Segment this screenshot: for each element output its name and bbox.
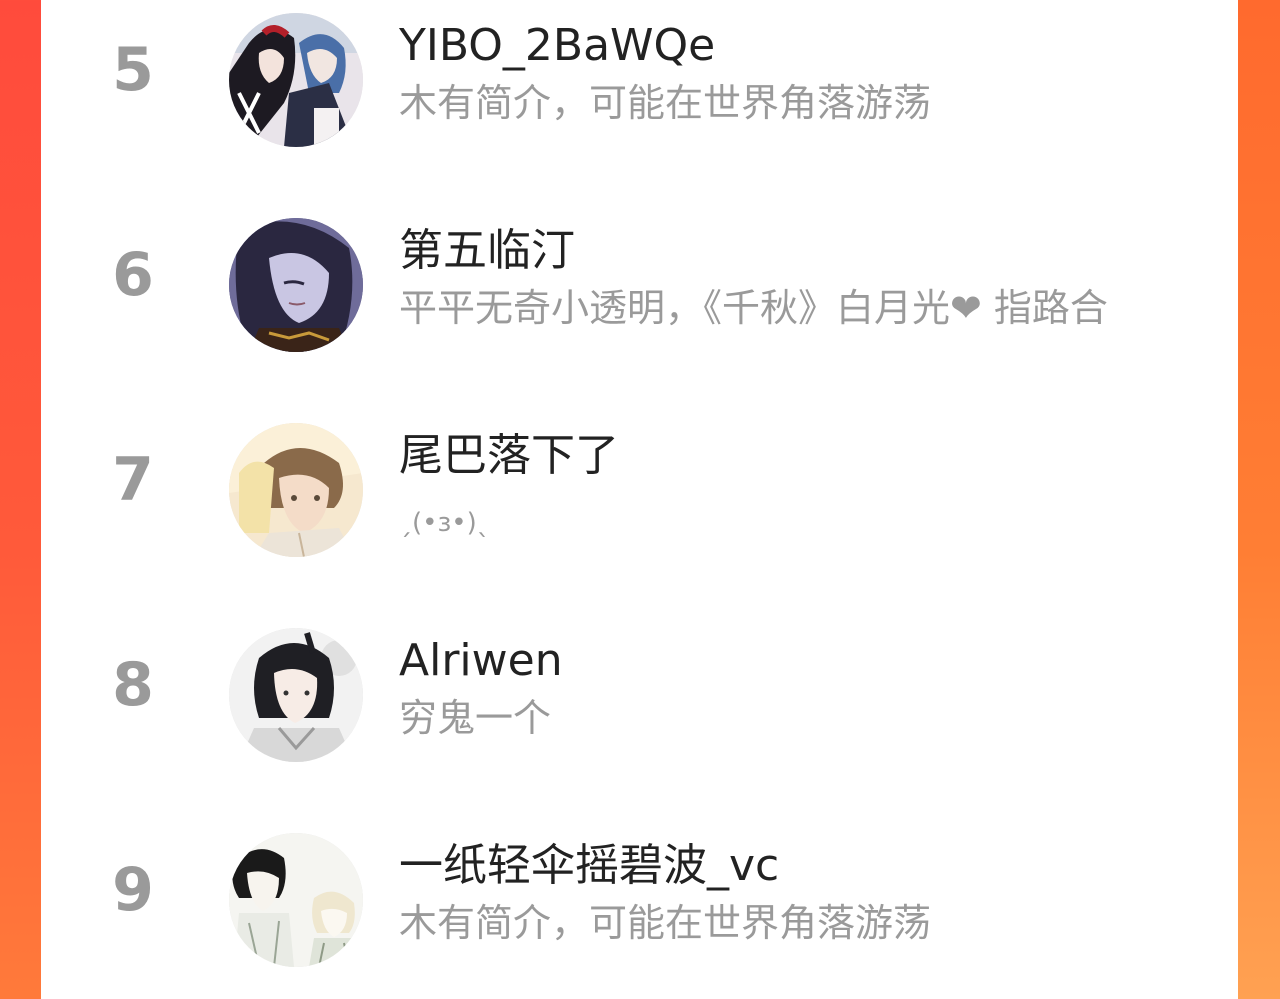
- list-item[interactable]: 9 一纸轻伞摇碧波_vc 木有简介，可能在世界角落游荡: [41, 820, 1238, 999]
- rank-number: 7: [112, 445, 154, 515]
- avatar-longhair-portrait-icon[interactable]: [229, 218, 363, 352]
- right-edge-background: [1238, 0, 1280, 999]
- ranking-list-panel: 5 YIBO_2BaWQe 木有简介，可能在世界角落游荡 6 第五临汀 平平无奇…: [41, 0, 1238, 999]
- avatar-guqing-man-icon[interactable]: [229, 628, 363, 762]
- avatar-sketch-pair-icon[interactable]: [229, 833, 363, 967]
- user-name[interactable]: YIBO_2BaWQe: [399, 18, 715, 74]
- list-item[interactable]: 6 第五临汀 平平无奇小透明，《千秋》白月光❤ 指路合: [41, 205, 1238, 405]
- user-bio: ˏ(•ɜ•)ˎ: [399, 508, 490, 538]
- avatar-boy-blond-icon[interactable]: [229, 423, 363, 557]
- user-name[interactable]: 一纸轻伞摇碧波_vc: [399, 838, 779, 894]
- rank-number: 6: [112, 240, 154, 310]
- user-name[interactable]: Alriwen: [399, 633, 563, 689]
- user-bio: 木有简介，可能在世界角落游荡: [399, 81, 932, 125]
- rank-number: 8: [112, 650, 154, 720]
- list-item[interactable]: 8 Alriwen 穷鬼一个: [41, 615, 1238, 815]
- user-name[interactable]: 第五临汀: [399, 223, 575, 279]
- list-item[interactable]: 5 YIBO_2BaWQe 木有简介，可能在世界角落游荡: [41, 0, 1238, 200]
- user-bio: 木有简介，可能在世界角落游荡: [399, 901, 932, 945]
- list-item[interactable]: 7 尾巴落下了 ˏ(•ɜ•)ˎ: [41, 410, 1238, 610]
- rank-number: 9: [112, 855, 154, 925]
- avatar-anime-couple-icon[interactable]: [229, 13, 363, 147]
- rank-number: 5: [112, 35, 154, 105]
- user-bio: 穷鬼一个: [399, 696, 552, 740]
- user-bio: 平平无奇小透明，《千秋》白月光❤ 指路合: [399, 286, 1108, 330]
- user-name[interactable]: 尾巴落下了: [399, 428, 619, 484]
